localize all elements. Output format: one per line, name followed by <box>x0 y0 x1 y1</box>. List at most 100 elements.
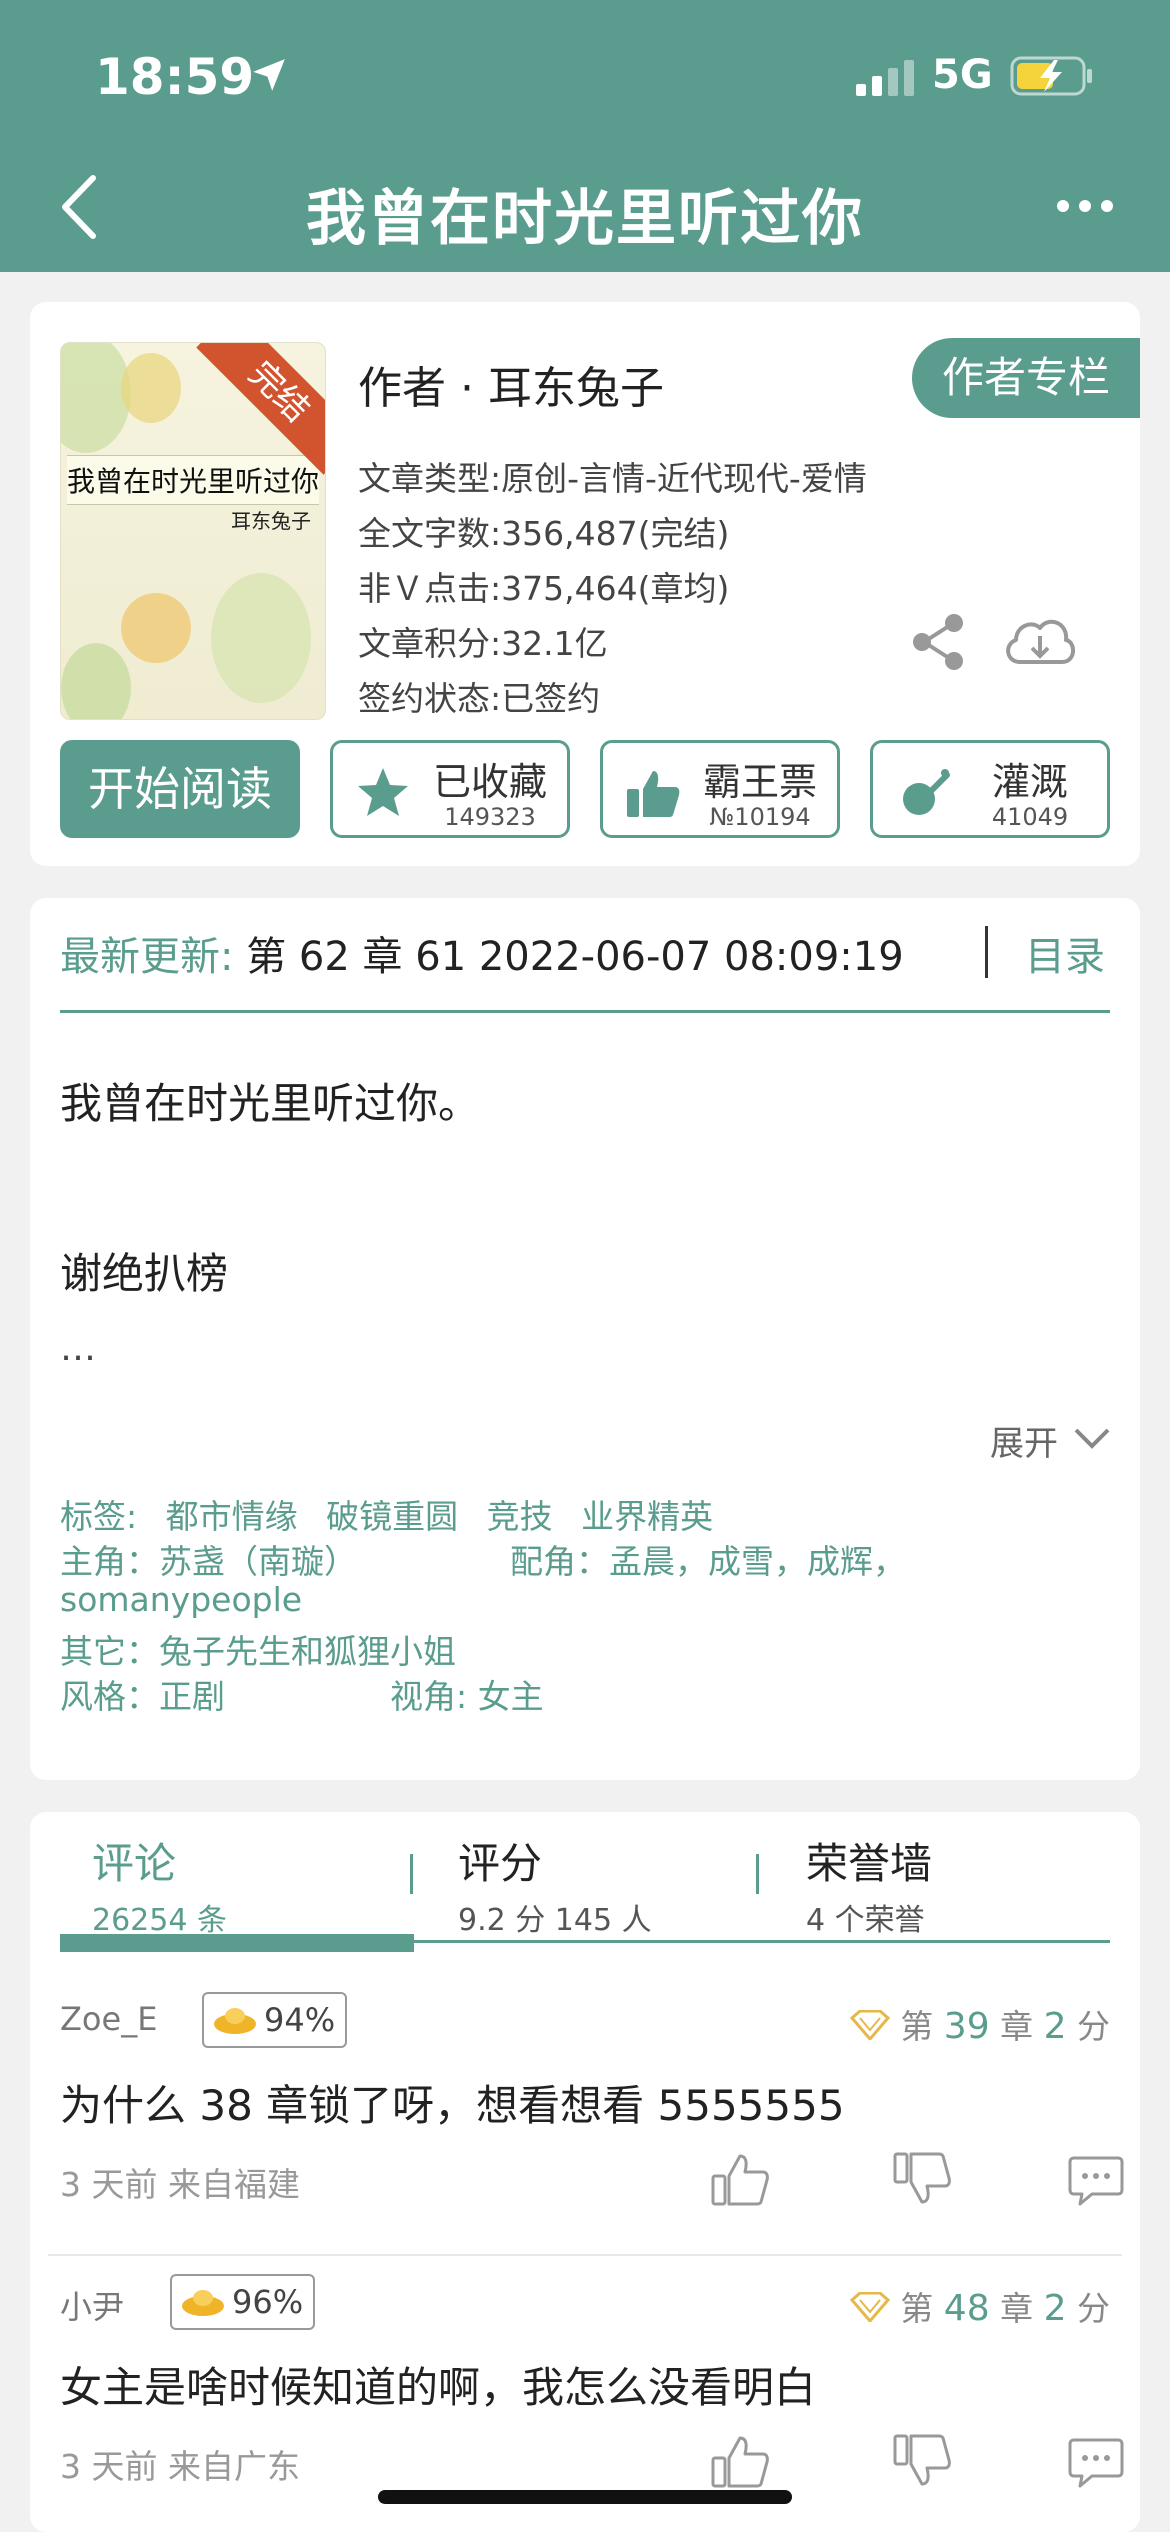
tab-title: 评分 <box>458 1839 543 1888</box>
chapter-points: 2 <box>1043 2006 1067 2047</box>
ticket-label: 霸王票 <box>702 760 817 804</box>
tab-divider <box>756 1854 759 1894</box>
tag-item[interactable]: 业界精英 <box>581 1497 713 1536</box>
diamond-icon <box>849 2292 890 2322</box>
dislike-icon[interactable] <box>892 2432 952 2490</box>
cover-foliage <box>61 343 131 453</box>
author-column-button[interactable]: 作者专栏 <box>912 338 1140 418</box>
description-line: 我曾在时光里听过你。 <box>60 1079 481 1128</box>
chapter-mid: 章 <box>989 2007 1044 2046</box>
home-indicator[interactable] <box>378 2490 792 2504</box>
tab-divider <box>410 1854 413 1894</box>
reader-score: 96% <box>232 2283 304 2321</box>
style-info: 风格：正剧 <box>60 1677 225 1716</box>
page-title: 我曾在时光里听过你 <box>306 184 864 254</box>
supporting-roles: 配角：孟晨，成雪，成辉， <box>510 1542 906 1581</box>
chapter-number: 48 <box>943 2288 990 2329</box>
tab-title: 荣誉墙 <box>806 1839 933 1888</box>
comment-username[interactable]: Zoe_E <box>60 2000 157 2038</box>
tags-row: 标签: 都市情缘 破镜重圆 竞技 业界精英 <box>60 1490 731 1538</box>
chapter-suffix: 分 <box>1066 2289 1110 2328</box>
expand-button[interactable]: 展开 <box>990 1416 1058 1465</box>
comment-chapter[interactable]: 第 39 章 2 分 <box>849 2000 1110 2048</box>
book-info-card: 我曾在时光里听过你 耳东兔子 完结 作者 · 耳东兔子 作者专栏 文章类型:原创… <box>30 302 1140 866</box>
reader-score: 94% <box>264 2001 336 2039</box>
battery-charging-icon <box>1010 56 1092 96</box>
location-arrow-icon <box>253 59 285 91</box>
comment-item: Zoe_E 94% 第 39 章 2 分 为什么 38 章锁了呀，想看想看 55… <box>30 1972 1140 2254</box>
tags-label: 标签: <box>60 1497 138 1536</box>
ticket-count: №10194 <box>709 803 811 831</box>
tab-ratings[interactable]: 评分 9.2 分 145 人 <box>458 1830 652 1939</box>
diamond-icon <box>849 2010 890 2040</box>
cover-foliage <box>61 643 131 719</box>
supporting-roles-cont: somanypeople <box>60 1580 303 1619</box>
collect-count: 149323 <box>444 803 536 831</box>
reader-score-badge: 96% <box>170 2274 316 2330</box>
active-tab-indicator <box>60 1934 414 1952</box>
reply-icon[interactable] <box>1068 2154 1124 2206</box>
comments-card: 评论 26254 条 评分 9.2 分 145 人 荣誉墙 4 个荣誉 Zoe_… <box>30 1812 1140 2532</box>
latest-update-card: 最新更新: 第 62 章 61 2022-06-07 08:09:19 目录 我… <box>30 898 1140 1780</box>
book-cover[interactable]: 我曾在时光里听过你 耳东兔子 完结 <box>60 342 326 720</box>
ticket-button[interactable]: 霸王票 №10194 <box>600 740 840 838</box>
toc-divider <box>985 926 988 978</box>
like-icon[interactable] <box>710 2432 770 2490</box>
tab-title: 评论 <box>92 1839 177 1888</box>
perspective-info: 视角: 女主 <box>390 1677 544 1716</box>
sign-status: 签约状态:已签约 <box>358 679 601 718</box>
cover-title: 我曾在时光里听过你 <box>67 455 319 505</box>
more-icon[interactable] <box>1055 196 1115 216</box>
download-icon[interactable] <box>1000 612 1078 672</box>
cover-foliage <box>211 573 311 703</box>
cover-author: 耳东兔子 <box>231 509 311 533</box>
reply-icon[interactable] <box>1068 2436 1124 2488</box>
comment-chapter[interactable]: 第 48 章 2 分 <box>849 2282 1110 2330</box>
share-icon[interactable] <box>910 612 966 672</box>
other-info: 其它：兔子先生和狐狸小姐 <box>60 1632 456 1671</box>
tab-subtitle: 4 个荣誉 <box>806 1903 925 1938</box>
latest-update[interactable]: 最新更新: 第 62 章 61 2022-06-07 08:09:19 <box>60 924 904 982</box>
tab-subtitle: 26254 条 <box>92 1903 227 1938</box>
comment-text[interactable]: 女主是啥时候知道的啊，我怎么没看明白 <box>60 2354 816 2415</box>
network-type: 5G <box>932 52 993 98</box>
dislike-icon[interactable] <box>892 2150 952 2208</box>
water-count: 41049 <box>991 803 1069 831</box>
gold-ingot-icon <box>182 2290 224 2316</box>
water-label: 灌溉 <box>991 760 1068 804</box>
comment-text[interactable]: 为什么 38 章锁了呀，想看想看 5555555 <box>60 2072 845 2133</box>
start-reading-button[interactable]: 开始阅读 <box>60 740 300 838</box>
table-of-contents-link[interactable]: 目录 <box>1025 924 1105 982</box>
reader-score-badge: 94% <box>202 1992 348 2048</box>
author-name[interactable]: 作者 · 耳东兔子 <box>358 352 664 416</box>
top-bar: 18:59 5G 我曾在时光里听过你 <box>0 0 1170 272</box>
latest-update-label: 最新更新: <box>60 934 234 980</box>
tab-subtitle: 9.2 分 145 人 <box>458 1903 652 1938</box>
description-line: … <box>60 1328 96 1369</box>
tag-item[interactable]: 破镜重圆 <box>326 1497 458 1536</box>
tag-item[interactable]: 都市情缘 <box>166 1497 298 1536</box>
chevron-down-icon[interactable] <box>1072 1420 1112 1456</box>
star-icon <box>358 768 408 816</box>
book-score: 文章积分:32.1亿 <box>358 624 608 663</box>
lead-role: 主角：苏盏（南璇） <box>60 1542 357 1581</box>
chapter-prefix: 第 <box>900 2289 944 2328</box>
comment-divider <box>48 2254 1122 2256</box>
gold-ingot-icon <box>214 2008 256 2034</box>
tab-comments[interactable]: 评论 26254 条 <box>92 1830 227 1939</box>
collect-button[interactable]: 已收藏 149323 <box>330 740 570 838</box>
tag-item[interactable]: 竞技 <box>487 1497 553 1536</box>
comment-username[interactable]: 小尹 <box>60 2282 124 2328</box>
chapter-prefix: 第 <box>900 2007 944 2046</box>
comment-meta: 3 天前 来自广东 <box>60 2447 300 2486</box>
cover-flower <box>121 353 181 423</box>
signal-icon <box>856 60 914 96</box>
book-type: 文章类型:原创-言情-近代现代-爱情 <box>358 459 867 498</box>
tab-honor-wall[interactable]: 荣誉墙 4 个荣誉 <box>806 1830 932 1939</box>
like-icon[interactable] <box>710 2150 770 2208</box>
section-divider <box>60 1010 1110 1013</box>
water-button[interactable]: 灌溉 41049 <box>870 740 1110 838</box>
chapter-points: 2 <box>1043 2288 1067 2329</box>
collect-label: 已收藏 <box>432 760 547 804</box>
description-line: 谢绝扒榜 <box>60 1249 229 1298</box>
